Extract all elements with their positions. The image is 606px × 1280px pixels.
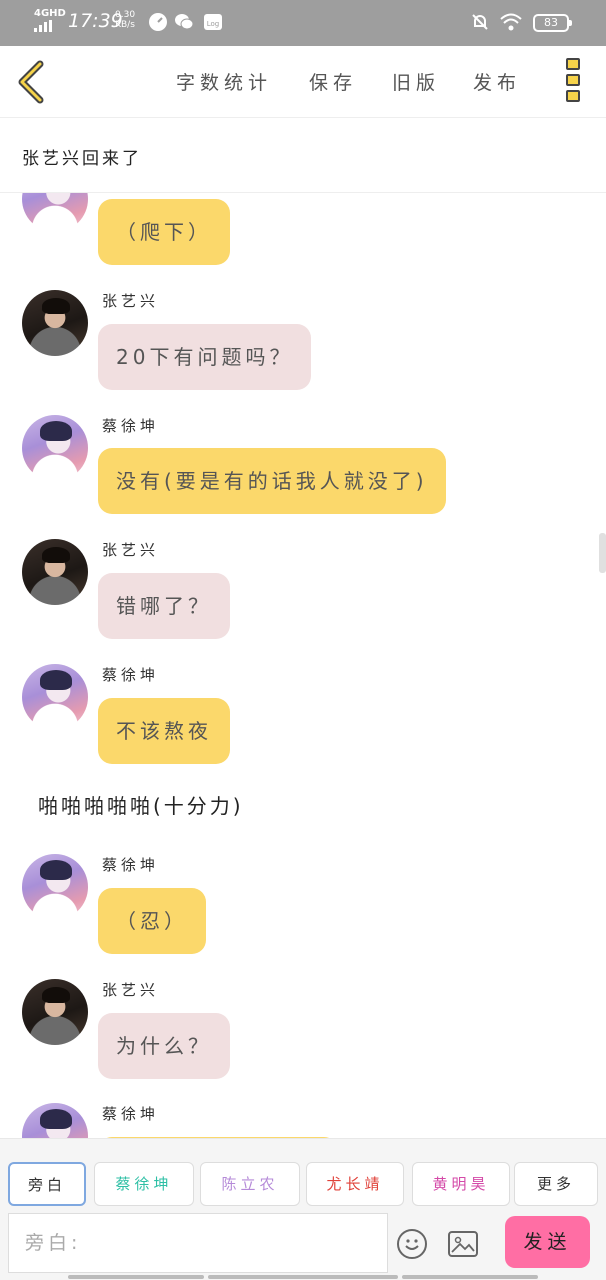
sender-name: 蔡徐坤 <box>102 666 160 684</box>
svg-text:Log: Log <box>207 20 220 28</box>
sender-name: 张艺兴 <box>102 981 160 999</box>
log-icon: Log <box>204 14 222 30</box>
chat-bubble[interactable]: 错哪了？ <box>98 573 230 639</box>
avatar[interactable] <box>22 1103 88 1138</box>
network-speed: 0.30 KB/s <box>115 10 135 30</box>
chat-bubble[interactable]: （忍） <box>98 888 206 954</box>
avatar[interactable] <box>22 415 88 481</box>
more-vertical-icon[interactable] <box>566 58 582 106</box>
avatar[interactable] <box>22 979 88 1045</box>
sender-name: 蔡徐坤 <box>102 417 160 435</box>
composer-panel: 旁白 蔡徐坤 陈立农 尤长靖 黄明昊 更多 发送 <box>0 1138 606 1280</box>
speed-unit: KB/s <box>115 20 135 30</box>
chevron-left-icon[interactable] <box>14 60 50 104</box>
avatar[interactable] <box>22 854 88 920</box>
role-huang-button[interactable]: 黄明昊 <box>412 1162 510 1206</box>
chat-bubble[interactable]: 不该熬夜 <box>98 698 230 764</box>
publish-button[interactable]: 发布 <box>473 68 521 95</box>
chat-bubble[interactable]: 为什么？ <box>98 1013 230 1079</box>
avatar[interactable] <box>22 290 88 356</box>
chat-bubble[interactable]: 20下有问题吗？ <box>98 324 312 390</box>
chat-bubble[interactable]: 没有(要是有的话我人就没了) <box>98 448 446 514</box>
nav-indicator <box>68 1275 204 1279</box>
chat-bubble[interactable]: （爬下） <box>98 199 230 265</box>
status-bar: 4GHD 17:39 0.30 KB/s Log 83 <box>0 0 606 46</box>
avatar[interactable] <box>22 664 88 730</box>
story-title-bar[interactable]: 张艺兴回来了 <box>0 119 606 193</box>
sender-name: 蔡徐坤 <box>102 1105 160 1123</box>
avatar[interactable] <box>22 539 88 605</box>
old-version-button[interactable]: 旧版 <box>392 68 440 95</box>
message-input[interactable] <box>8 1213 388 1273</box>
send-button[interactable]: 发送 <box>505 1216 590 1268</box>
save-button[interactable]: 保存 <box>309 68 357 95</box>
wechat-icon <box>175 14 194 30</box>
speed-value: 0.30 <box>115 10 136 20</box>
signal-icon <box>34 20 52 32</box>
word-count-button[interactable]: 字数统计 <box>176 68 272 95</box>
scrollbar[interactable] <box>599 533 606 573</box>
chat-area[interactable]: （爬下） 张艺兴 20下有问题吗？ 蔡徐坤 没有(要是有的话我人就没了) 张艺兴… <box>0 193 606 1138</box>
role-narrator-button[interactable]: 旁白 <box>8 1162 86 1206</box>
role-cai-button[interactable]: 蔡徐坤 <box>94 1162 194 1206</box>
nav-indicator <box>208 1275 398 1279</box>
emoji-icon[interactable] <box>397 1229 427 1259</box>
more-roles-button[interactable]: 更多 <box>514 1162 598 1206</box>
story-title: 张艺兴回来了 <box>22 149 142 169</box>
bell-off-icon <box>472 14 488 30</box>
battery-icon: 83 <box>533 14 572 32</box>
sender-name: 张艺兴 <box>102 541 160 559</box>
avatar[interactable] <box>22 193 88 232</box>
role-you-button[interactable]: 尤长靖 <box>306 1162 404 1206</box>
network-type: 4GHD <box>34 8 66 19</box>
nav-indicator <box>402 1275 538 1279</box>
speedometer-icon <box>149 13 167 31</box>
top-nav: 字数统计 保存 旧版 发布 <box>0 46 606 118</box>
image-icon[interactable] <box>448 1231 478 1257</box>
role-chen-button[interactable]: 陈立农 <box>200 1162 300 1206</box>
narration-text[interactable]: 啪啪啪啪啪(十分力) <box>38 790 244 819</box>
sender-name: 蔡徐坤 <box>102 856 160 874</box>
wifi-icon <box>500 13 522 31</box>
sender-name: 张艺兴 <box>102 292 160 310</box>
